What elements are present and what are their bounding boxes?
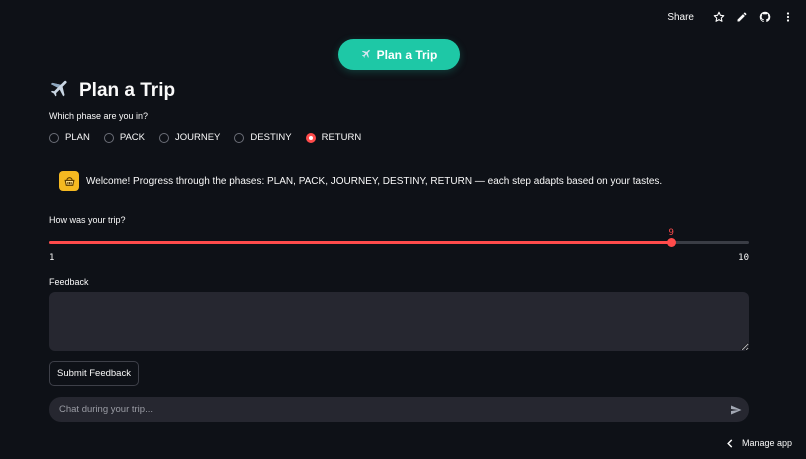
airplane-icon bbox=[361, 48, 372, 62]
feedback-textarea[interactable] bbox=[49, 292, 749, 351]
phase-option-plan[interactable]: PLAN bbox=[49, 132, 90, 143]
slider-value-label: 9 bbox=[668, 228, 674, 238]
radio-label: DESTINY bbox=[250, 132, 292, 143]
more-vertical-icon[interactable] bbox=[780, 9, 796, 25]
phase-question-label: Which phase are you in? bbox=[49, 111, 149, 121]
manage-app-button[interactable]: Manage app bbox=[726, 438, 792, 448]
phase-option-return[interactable]: RETURN bbox=[305, 132, 362, 143]
feedback-label: Feedback bbox=[49, 277, 89, 287]
top-toolbar: Share bbox=[667, 8, 796, 26]
radio-label: RETURN bbox=[321, 132, 362, 143]
radio-label: PLAN bbox=[65, 132, 90, 143]
phase-option-pack[interactable]: PACK bbox=[103, 132, 145, 143]
welcome-text: Welcome! Progress through the phases: PL… bbox=[86, 175, 663, 187]
manage-app-label: Manage app bbox=[741, 438, 792, 448]
page-title-text: Plan a Trip bbox=[79, 80, 176, 101]
radio-label: PACK bbox=[119, 132, 145, 143]
chat-input-container bbox=[49, 397, 749, 422]
plan-a-trip-button[interactable]: Plan a Trip bbox=[338, 39, 460, 70]
phase-option-journey[interactable]: JOURNEY bbox=[159, 132, 220, 143]
radio-button[interactable] bbox=[49, 132, 59, 143]
rating-slider[interactable] bbox=[49, 238, 749, 247]
radio-button[interactable] bbox=[305, 132, 316, 143]
chevron-left-icon bbox=[727, 438, 733, 448]
chat-input[interactable] bbox=[49, 397, 723, 422]
send-icon[interactable] bbox=[723, 397, 749, 422]
star-icon[interactable] bbox=[711, 9, 727, 25]
slider-thumb[interactable] bbox=[666, 238, 676, 247]
submit-feedback-button[interactable]: Submit Feedback bbox=[49, 361, 139, 386]
plan-a-trip-button-label: Plan a Trip bbox=[376, 47, 438, 62]
radio-button[interactable] bbox=[234, 132, 245, 143]
radio-button[interactable] bbox=[159, 132, 169, 143]
app-root: Share Plan a Trip Plan a Trip Which phas… bbox=[0, 0, 806, 459]
picnic-basket-icon bbox=[59, 171, 79, 191]
page-title: Plan a Trip bbox=[49, 77, 175, 105]
slider-min-label: 1 bbox=[49, 253, 55, 263]
radio-label: JOURNEY bbox=[175, 132, 221, 143]
airplane-icon bbox=[49, 77, 71, 105]
share-button[interactable]: Share bbox=[667, 12, 694, 23]
rating-label: How was your trip? bbox=[49, 215, 126, 225]
phase-radio-group: PLAN PACK JOURNEY DESTINY RETURN bbox=[49, 132, 375, 143]
pencil-icon[interactable] bbox=[734, 9, 750, 25]
radio-button[interactable] bbox=[103, 132, 114, 143]
slider-max-label: 10 bbox=[738, 253, 749, 263]
welcome-message: Welcome! Progress through the phases: PL… bbox=[59, 171, 662, 191]
slider-fill bbox=[49, 241, 672, 244]
github-icon[interactable] bbox=[757, 9, 773, 25]
phase-option-destiny[interactable]: DESTINY bbox=[234, 132, 292, 143]
